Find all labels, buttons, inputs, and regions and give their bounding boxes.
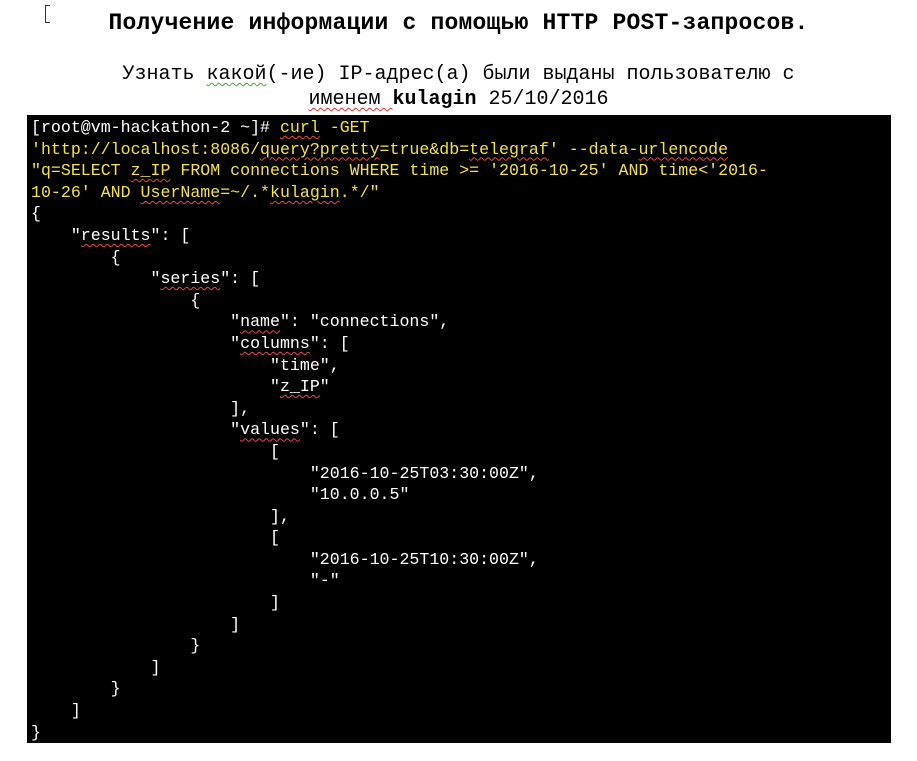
command-text: UserName	[140, 182, 221, 202]
output-line: "time",	[31, 355, 340, 375]
output-text: "	[31, 225, 81, 245]
command-text: kulagin	[270, 182, 340, 202]
json-key: series	[160, 269, 221, 289]
output-line: }	[31, 636, 201, 656]
output-line: [	[31, 441, 280, 461]
json-key: results	[80, 225, 151, 245]
command-text: curl	[279, 118, 320, 137]
task-text: какой	[206, 63, 267, 86]
output-line: }	[31, 679, 121, 699]
task-line-2: именем kulagin 25/10/2016	[0, 87, 917, 112]
page-title: Получение информации с помощью HTTP POST…	[108, 10, 809, 36]
output-line: "series": [	[31, 268, 891, 290]
output-text: ": [	[299, 420, 340, 440]
output-line: "results": [	[31, 225, 891, 247]
output-line: {	[31, 204, 41, 224]
command-text: FROM connections WHERE time >= '2016-10-…	[170, 161, 768, 181]
output-line: ]	[31, 614, 241, 634]
output-text: ": [	[220, 269, 261, 289]
output-text: ": [	[309, 333, 350, 353]
command-text: .*/"	[339, 182, 380, 202]
output-line: "z_IP"	[31, 376, 891, 398]
date: 25/10/2016	[476, 88, 609, 111]
output-text: "	[31, 333, 241, 353]
output-text: "	[31, 312, 241, 332]
output-text: "	[31, 269, 161, 289]
command-text: =true&db=	[379, 139, 470, 159]
task-line-1: Узнать какой(-ие) IP-адрес(а) были выдан…	[0, 62, 917, 87]
command-text: 'http://localhost:8086/	[31, 139, 261, 159]
output-text: ": [	[150, 225, 191, 245]
command-text: telegraf	[469, 139, 549, 159]
output-line: {	[31, 247, 121, 267]
json-key: values	[240, 420, 300, 440]
command-line: 10-26' AND UserName=~/.*kulagin.*/"	[31, 182, 891, 204]
command-line: [root@vm-hackathon-2 ~]# curl -GET	[31, 117, 891, 139]
output-line: ]	[31, 657, 161, 677]
output-line: ],	[31, 506, 290, 526]
output-line: ]	[31, 593, 280, 613]
output-line: "10.0.0.5"	[31, 485, 410, 505]
json-key: z_IP	[279, 377, 320, 397]
shell-prompt: [root@vm-hackathon-2 ~]#	[31, 118, 280, 137]
task-text: Узнать	[122, 63, 207, 86]
output-line: "2016-10-25T03:30:00Z",	[31, 463, 539, 483]
command-line: "q=SELECT z_IP FROM connections WHERE ti…	[31, 160, 891, 182]
output-text: "	[31, 377, 280, 397]
output-line: "values": [	[31, 419, 891, 441]
output-line: ]	[31, 701, 81, 721]
task-description: Узнать какой(-ие) IP-адрес(а) были выдан…	[0, 62, 917, 112]
command-text: z_IP	[130, 161, 171, 181]
output-line: "name": "connections",	[31, 311, 891, 333]
json-key: name	[240, 312, 280, 332]
json-key: columns	[240, 333, 310, 353]
output-line: "2016-10-25T10:30:00Z",	[31, 549, 539, 569]
output-line: [	[31, 528, 280, 548]
command-line: 'http://localhost:8086/query?pretty=true…	[31, 139, 891, 161]
command-text: ' --data-	[548, 139, 639, 159]
output-line: "columns": [	[31, 333, 891, 355]
output-line: {	[31, 290, 201, 310]
output-text: "	[319, 377, 330, 397]
command-text: 10-26' AND	[31, 182, 141, 202]
output-text: ": "connections",	[279, 312, 450, 332]
command-text: -GET	[319, 118, 370, 137]
task-text: (-ие) IP-адрес(а) были выданы пользовате…	[266, 63, 795, 86]
command-text: =~/.*	[220, 182, 271, 202]
output-line: "-"	[31, 571, 340, 591]
output-line: ],	[31, 398, 251, 418]
command-text: urlencode	[638, 139, 729, 159]
output-text: "	[31, 420, 241, 440]
username: kulagin	[392, 88, 477, 111]
output-line: }	[31, 722, 41, 742]
command-text: query?pretty	[260, 139, 380, 159]
terminal-window: [root@vm-hackathon-2 ~]# curl -GET 'http…	[27, 115, 891, 743]
command-text: "q=SELECT	[31, 161, 131, 181]
task-text: именем	[308, 88, 393, 111]
